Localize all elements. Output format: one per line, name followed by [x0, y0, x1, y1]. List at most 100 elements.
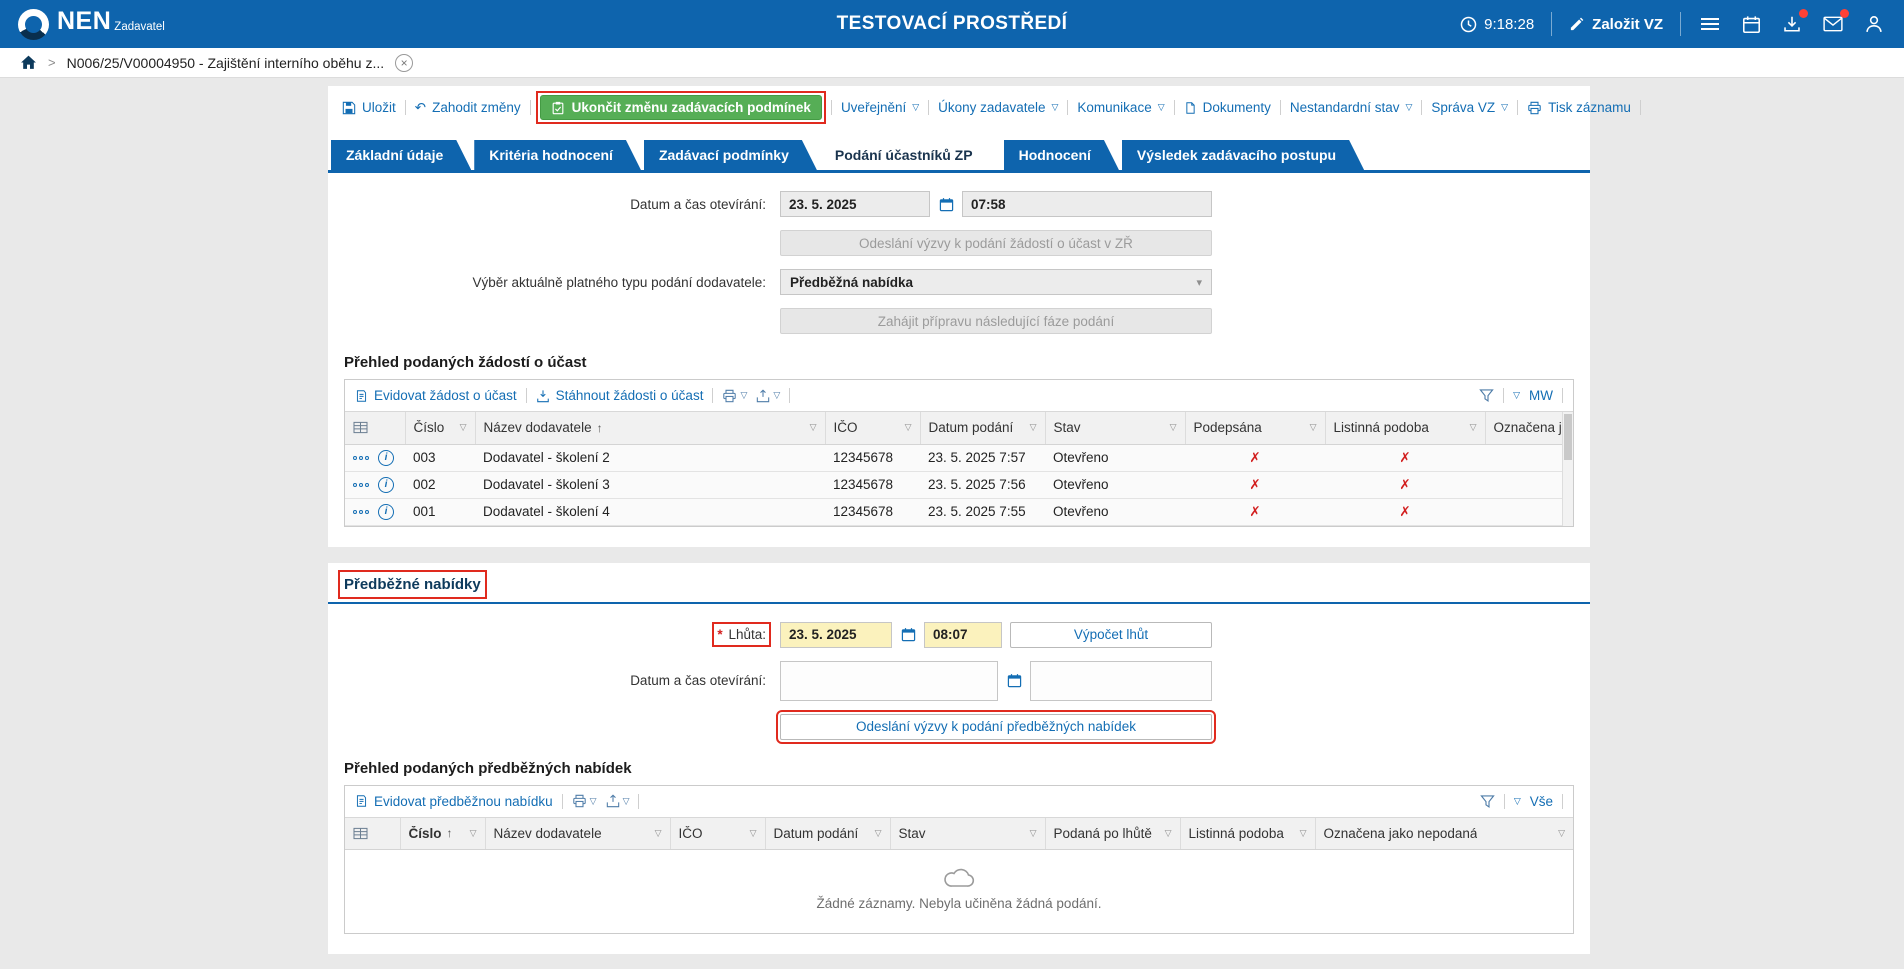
contracting-acts-menu[interactable]: Úkony zadavatele ▽: [938, 100, 1058, 115]
table-row[interactable]: i 002 Dodavatel - školení 3 12345678 23.…: [345, 471, 1573, 498]
tab-podani-ucastniku[interactable]: Podání účastníků ZP: [820, 140, 1001, 170]
export-grid-button[interactable]: ▽: [606, 794, 630, 808]
opening-date-input[interactable]: [780, 661, 998, 701]
opening-time-input[interactable]: [1030, 661, 1212, 701]
view-selector[interactable]: Vše: [1530, 794, 1553, 809]
downloads-button[interactable]: [1780, 12, 1804, 36]
column-filter-icon[interactable]: ▽: [1170, 422, 1177, 433]
tab-hodnoceni[interactable]: Hodnocení: [1004, 140, 1119, 170]
date-picker-button[interactable]: [933, 191, 959, 217]
tab-kriteria-hodnoceni[interactable]: Kritéria hodnocení: [474, 140, 641, 170]
send-preliminary-invite-button[interactable]: Odeslání výzvy k podání předběžných nabí…: [780, 714, 1212, 740]
home-icon[interactable]: [20, 54, 37, 71]
send-participation-invite-button[interactable]: Odeslání výzvy k podání žádostí o účast …: [780, 230, 1212, 256]
chevron-down-icon: ▽: [590, 797, 597, 806]
finish-change-button[interactable]: Ukončit změnu zadávacích podmínek: [540, 95, 822, 120]
view-caret-icon[interactable]: ▽: [1513, 391, 1520, 400]
discard-changes-button[interactable]: ↶ Zahodit změny: [415, 100, 521, 116]
col-datum-podani[interactable]: Datum podání▽: [765, 818, 890, 850]
row-info-icon[interactable]: i: [378, 477, 394, 493]
nonstandard-state-menu[interactable]: Nestandardní stav ▽: [1290, 100, 1412, 115]
print-grid-button[interactable]: ▽: [722, 389, 747, 403]
table-row[interactable]: i 003 Dodavatel - školení 2 12345678 23.…: [345, 444, 1573, 471]
date-picker-button[interactable]: [1001, 668, 1027, 694]
breadcrumb-item[interactable]: N006/25/V00004950 - Zajištění interního …: [67, 55, 385, 71]
print-record-button[interactable]: Tisk záznamu: [1527, 100, 1631, 115]
opening-date-input[interactable]: 23. 5. 2025: [780, 191, 930, 217]
col-ico[interactable]: IČO▽: [670, 818, 765, 850]
col-oznacena[interactable]: Označena jako nepodaná▽: [1485, 412, 1573, 444]
submission-type-select[interactable]: Předběžná nabídka ▾: [780, 269, 1212, 295]
col-nazev-dodavatele[interactable]: Název dodavatele▽: [485, 818, 670, 850]
filter-button[interactable]: [1479, 388, 1494, 403]
nen-logo[interactable]: NEN Zadavatel: [18, 9, 165, 40]
view-selector[interactable]: MW: [1529, 388, 1553, 403]
tab-zadavaci-podminky[interactable]: Zadávací podmínky: [644, 140, 817, 170]
row-more-icon[interactable]: [353, 510, 371, 514]
col-listinna-podoba[interactable]: Listinná podoba▽: [1180, 818, 1315, 850]
create-vz-button[interactable]: Založit VZ: [1569, 16, 1663, 33]
column-filter-icon[interactable]: ▽: [1300, 828, 1307, 839]
deadline-date-input[interactable]: 23. 5. 2025: [780, 622, 892, 648]
table-row[interactable]: i 001 Dodavatel - školení 4 12345678 23.…: [345, 498, 1573, 525]
communication-menu[interactable]: Komunikace ▽: [1077, 100, 1164, 115]
publishing-menu[interactable]: Uveřejnění ▽: [841, 100, 919, 115]
chevron-down-icon: ▽: [1501, 103, 1508, 112]
column-filter-icon[interactable]: ▽: [1165, 828, 1172, 839]
close-record-icon[interactable]: ×: [395, 54, 413, 72]
col-stav[interactable]: Stav▽: [890, 818, 1045, 850]
calendar-icon: [939, 197, 954, 212]
column-filter-icon[interactable]: ▽: [750, 828, 757, 839]
column-filter-icon[interactable]: ▽: [1470, 422, 1477, 433]
print-grid-button[interactable]: ▽: [572, 794, 597, 808]
col-datum-podani[interactable]: Datum podání▽: [920, 412, 1045, 444]
row-more-icon[interactable]: [353, 483, 371, 487]
view-caret-icon[interactable]: ▽: [1514, 797, 1521, 806]
column-filter-icon[interactable]: ▽: [655, 828, 662, 839]
column-filter-icon[interactable]: ▽: [1030, 828, 1037, 839]
column-filter-icon[interactable]: ▽: [470, 828, 477, 839]
column-filter-icon[interactable]: ▽: [810, 422, 817, 433]
col-oznacena[interactable]: Označena jako nepodaná▽: [1315, 818, 1573, 850]
opening-time-input[interactable]: 07:58: [962, 191, 1212, 217]
col-ico[interactable]: IČO▽: [825, 412, 920, 444]
deadline-time-input[interactable]: 08:07: [924, 622, 1002, 648]
calc-deadlines-button[interactable]: Výpočet lhůt: [1010, 622, 1212, 648]
documents-button[interactable]: Dokumenty: [1184, 100, 1271, 115]
column-filter-icon[interactable]: ▽: [905, 422, 912, 433]
profile-button[interactable]: [1862, 12, 1886, 36]
row-more-icon[interactable]: [353, 456, 371, 460]
scrollbar-thumb[interactable]: [1564, 414, 1572, 460]
col-podana-po-lhute[interactable]: Podaná po lhůtě▽: [1045, 818, 1180, 850]
calendar-button[interactable]: [1739, 12, 1763, 36]
col-nazev-dodavatele[interactable]: Název dodavatele↑▽: [475, 412, 825, 444]
column-filter-icon[interactable]: ▽: [1310, 422, 1317, 433]
undo-icon: ↶: [415, 100, 426, 116]
col-listinna-podoba[interactable]: Listinná podoba▽: [1325, 412, 1485, 444]
col-stav[interactable]: Stav▽: [1045, 412, 1185, 444]
date-picker-button[interactable]: [895, 622, 921, 648]
messages-button[interactable]: [1821, 12, 1845, 36]
column-filter-icon[interactable]: ▽: [1030, 422, 1037, 433]
tab-zakladni-udaje[interactable]: Základní údaje: [331, 140, 471, 170]
save-button[interactable]: Uložit: [342, 100, 396, 115]
column-filter-icon[interactable]: ▽: [875, 828, 882, 839]
col-podepsana[interactable]: Podepsána▽: [1185, 412, 1325, 444]
download-requests-button[interactable]: Stáhnout žádosti o účast: [536, 388, 704, 403]
export-grid-button[interactable]: ▽: [756, 389, 780, 403]
row-info-icon[interactable]: i: [378, 450, 394, 466]
vz-admin-menu[interactable]: Správa VZ ▽: [1431, 100, 1508, 115]
tab-vysledek[interactable]: Výsledek zadávacího postupu: [1122, 140, 1364, 170]
column-filter-icon[interactable]: ▽: [1558, 828, 1565, 839]
row-info-icon[interactable]: i: [378, 504, 394, 520]
col-cislo[interactable]: Číslo↑▽: [400, 818, 485, 850]
vertical-scrollbar[interactable]: [1562, 412, 1573, 526]
filter-button[interactable]: [1480, 794, 1495, 809]
cross-icon: ✗: [1325, 471, 1485, 498]
register-request-button[interactable]: Evidovat žádost o účast: [355, 388, 517, 403]
column-filter-icon[interactable]: ▽: [460, 422, 467, 433]
menu-button[interactable]: [1698, 12, 1722, 36]
next-phase-button[interactable]: Zahájit přípravu následující fáze podání: [780, 308, 1212, 334]
register-preliminary-offer-button[interactable]: Evidovat předběžnou nabídku: [355, 794, 553, 809]
col-cislo[interactable]: Číslo▽: [405, 412, 475, 444]
